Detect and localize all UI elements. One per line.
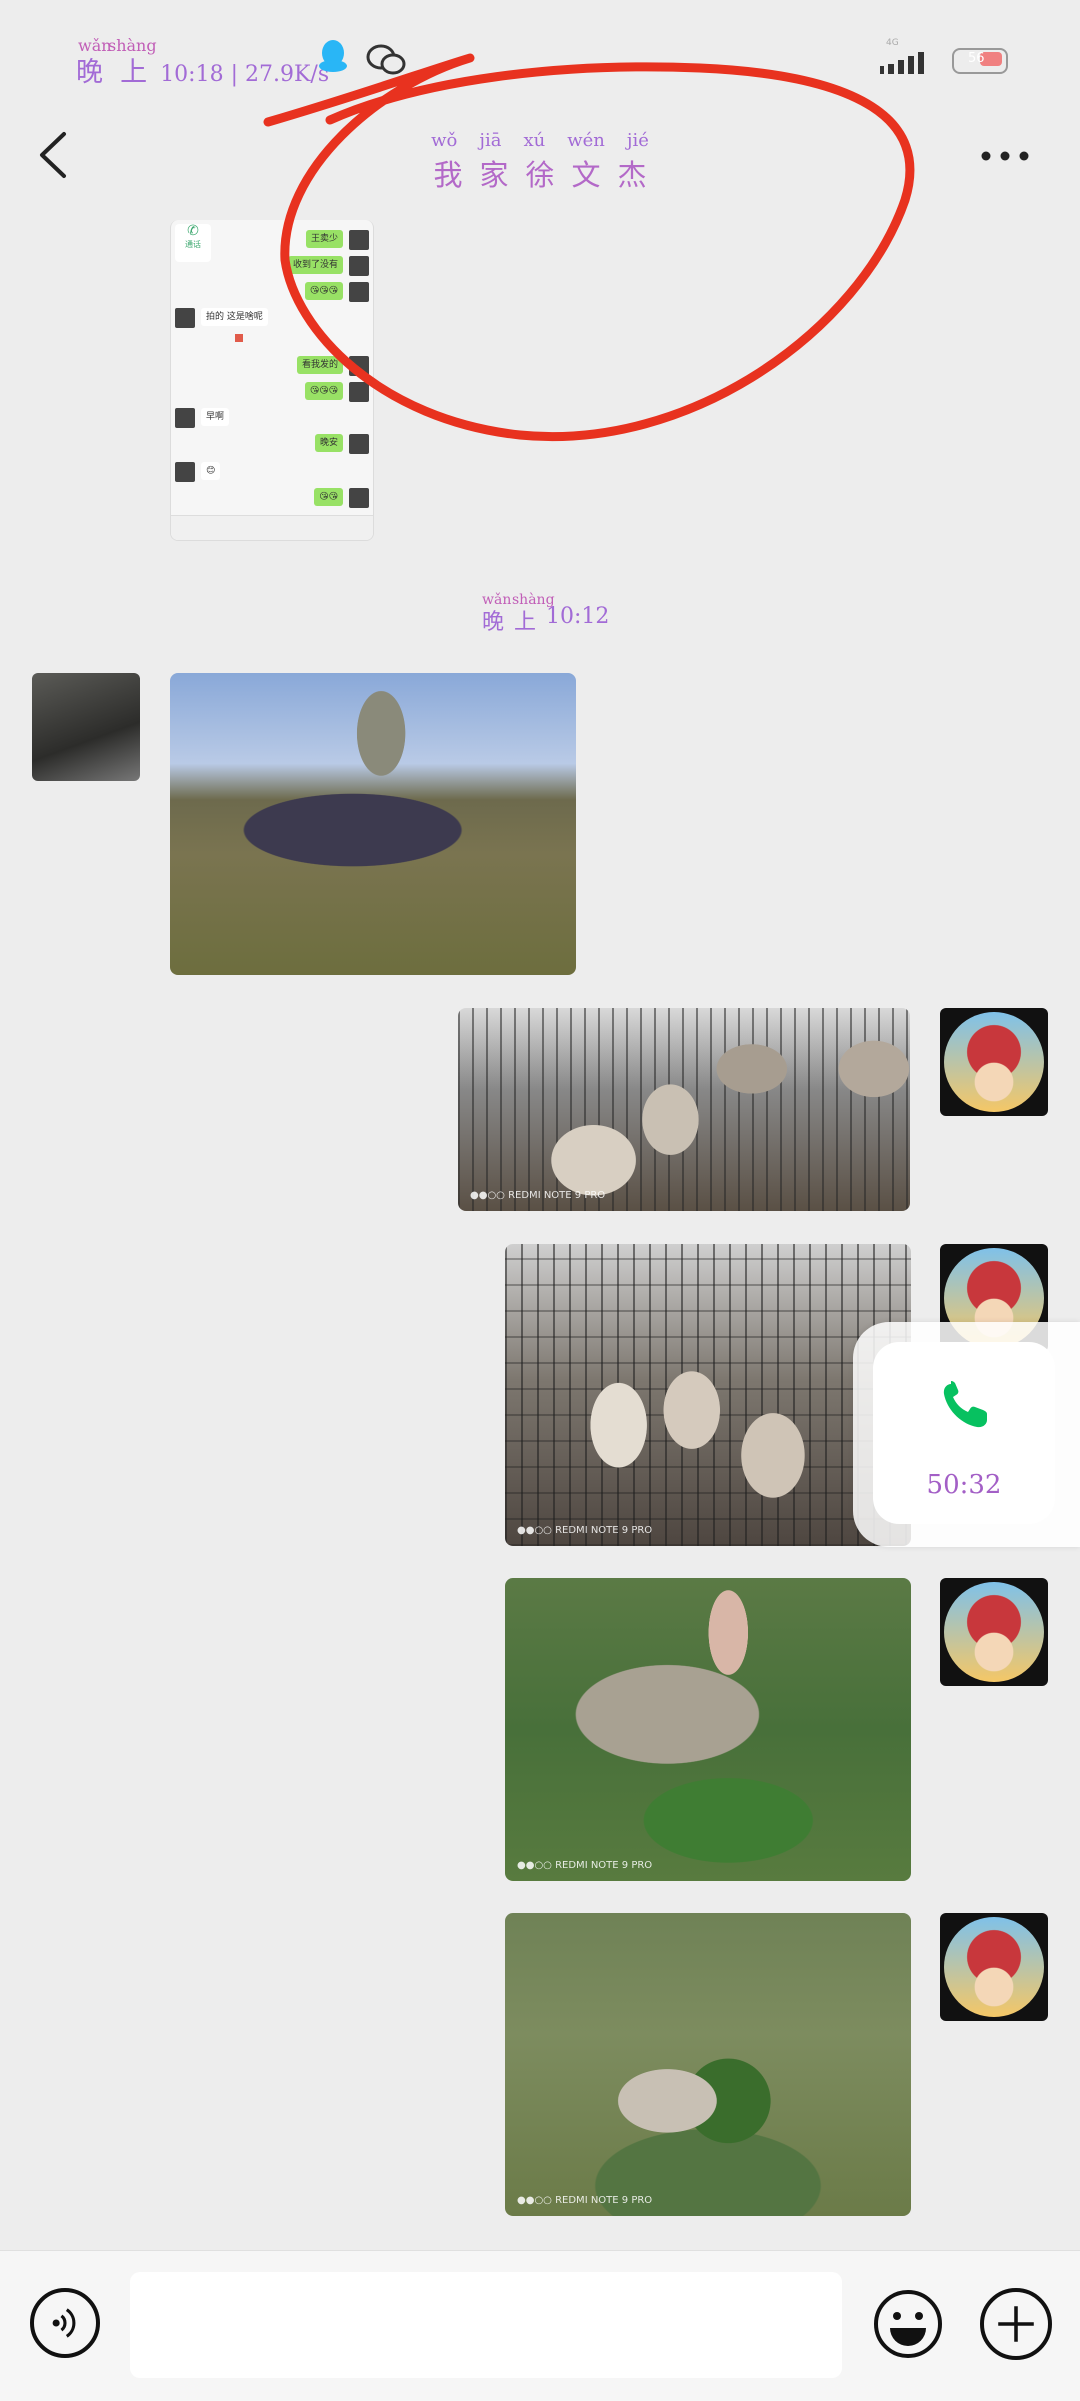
chat-title: wǒ jiā xú wén jié 我 家 徐 文 杰 xyxy=(380,130,700,192)
title-pinyin-1: wǒ xyxy=(431,130,458,151)
snippet-msg: 收到了没有 xyxy=(287,256,343,274)
my-avatar[interactable] xyxy=(940,1913,1048,2021)
network-type: 4G xyxy=(886,38,899,48)
title-hanzi-4: 文 xyxy=(571,158,601,192)
phone-icon xyxy=(943,1381,987,1428)
floating-call-window[interactable]: 50:32 xyxy=(853,1322,1080,1547)
watermark-text: REDMI NOTE 9 PRO xyxy=(555,1860,653,1871)
rabbit-cage-image-message[interactable]: ●●○○ REDMI NOTE 9 PRO xyxy=(458,1008,910,1211)
snippet-msg: 😘😘 xyxy=(314,488,343,506)
rabbit-cage-image-message[interactable]: ●●○○ REDMI NOTE 9 PRO xyxy=(505,1244,911,1546)
title-hanzi-3: 徐 xyxy=(525,158,555,192)
back-button[interactable] xyxy=(34,130,74,180)
contact-avatar[interactable] xyxy=(32,673,140,781)
status-time-pinyin-2: shàng xyxy=(108,36,157,55)
title-pinyin-5: jié xyxy=(626,130,649,151)
call-card[interactable]: 50:32 xyxy=(873,1342,1055,1524)
emoji-button[interactable] xyxy=(872,2288,944,2360)
my-avatar[interactable] xyxy=(940,1008,1048,1116)
more-options-button[interactable] xyxy=(980,150,1030,162)
call-duration: 50:32 xyxy=(926,1470,1002,1500)
title-pinyin-4: wén xyxy=(567,130,605,151)
watermark-text: REDMI NOTE 9 PRO xyxy=(555,2195,653,2206)
snippet-input-bar xyxy=(171,515,373,540)
snippet-phone-icon: ✆ xyxy=(187,223,199,239)
snippet-call-label: 通话 xyxy=(185,240,201,249)
message-input[interactable] xyxy=(130,2272,842,2378)
rabbit-in-field-image-message[interactable]: ●●○○ REDMI NOTE 9 PRO xyxy=(505,1913,911,2216)
timestamp-time: 10:12 xyxy=(546,604,610,629)
snippet-msg: 拍的 这是啥呢 xyxy=(201,308,268,326)
snippet-msg: 😊 xyxy=(201,462,221,480)
image-watermark: ●●○○ REDMI NOTE 9 PRO xyxy=(517,1525,653,1536)
watermark-text: REDMI NOTE 9 PRO xyxy=(508,1190,606,1201)
title-pinyin-2: jiā xyxy=(479,130,502,151)
snippet-call-card: ✆ 通话 xyxy=(175,224,211,262)
more-actions-button[interactable] xyxy=(980,2288,1052,2360)
message-timestamp: wǎn shàng 晚 上 10:12 xyxy=(480,592,640,635)
rabbit-eating-image-message[interactable]: ●●○○ REDMI NOTE 9 PRO xyxy=(505,1578,911,1881)
timestamp-hanzi-1: 晚 xyxy=(482,610,505,635)
watermark-text: REDMI NOTE 9 PRO xyxy=(555,1525,653,1536)
screenshot-image-message[interactable]: ✆ 通话 王卖少 收到了没有 😘😘😘 拍的 这是啥呢 看我发的 😘😘😘 早啊 晚… xyxy=(170,220,374,541)
status-bar: wǎn shàng 晚 上 10:18 | 27.9K/s 4G 56 xyxy=(0,0,1080,95)
status-time-pinyin-1: wǎn xyxy=(78,36,112,55)
status-time-speed: 10:18 | 27.9K/s xyxy=(160,62,330,87)
image-watermark: ●●○○ REDMI NOTE 9 PRO xyxy=(470,1190,606,1201)
voice-input-button[interactable] xyxy=(30,2288,100,2358)
snippet-msg: 晚安 xyxy=(314,434,343,452)
wechat-icon xyxy=(366,44,406,75)
status-time-hanzi-1: 晚 xyxy=(76,57,105,88)
image-watermark: ●●○○ REDMI NOTE 9 PRO xyxy=(517,2195,653,2206)
status-time: wǎn shàng 晚 上 10:18 | 27.9K/s xyxy=(76,36,329,88)
title-hanzi-1: 我 xyxy=(433,158,463,192)
snippet-msg: 😘😘😘 xyxy=(304,382,343,400)
title-pinyin-3: xú xyxy=(523,130,546,151)
qq-icon xyxy=(319,40,347,72)
status-time-hanzi-2: 上 xyxy=(120,57,150,88)
snippet-msg: 早啊 xyxy=(201,408,230,426)
snippet-msg: 王卖少 xyxy=(305,230,343,248)
timestamp-hanzi-2: 上 xyxy=(514,610,537,635)
snippet-msg: 😘😘😘 xyxy=(304,282,343,300)
battery-icon: 56 xyxy=(952,48,1008,74)
image-watermark: ●●○○ REDMI NOTE 9 PRO xyxy=(517,1860,653,1871)
group-photo-image-message[interactable] xyxy=(170,673,576,975)
my-avatar[interactable] xyxy=(940,1578,1048,1686)
battery-level: 56 xyxy=(968,51,985,66)
title-hanzi-5: 杰 xyxy=(617,158,647,192)
snippet-msg: 看我发的 xyxy=(296,356,343,374)
title-hanzi-2: 家 xyxy=(479,158,509,192)
